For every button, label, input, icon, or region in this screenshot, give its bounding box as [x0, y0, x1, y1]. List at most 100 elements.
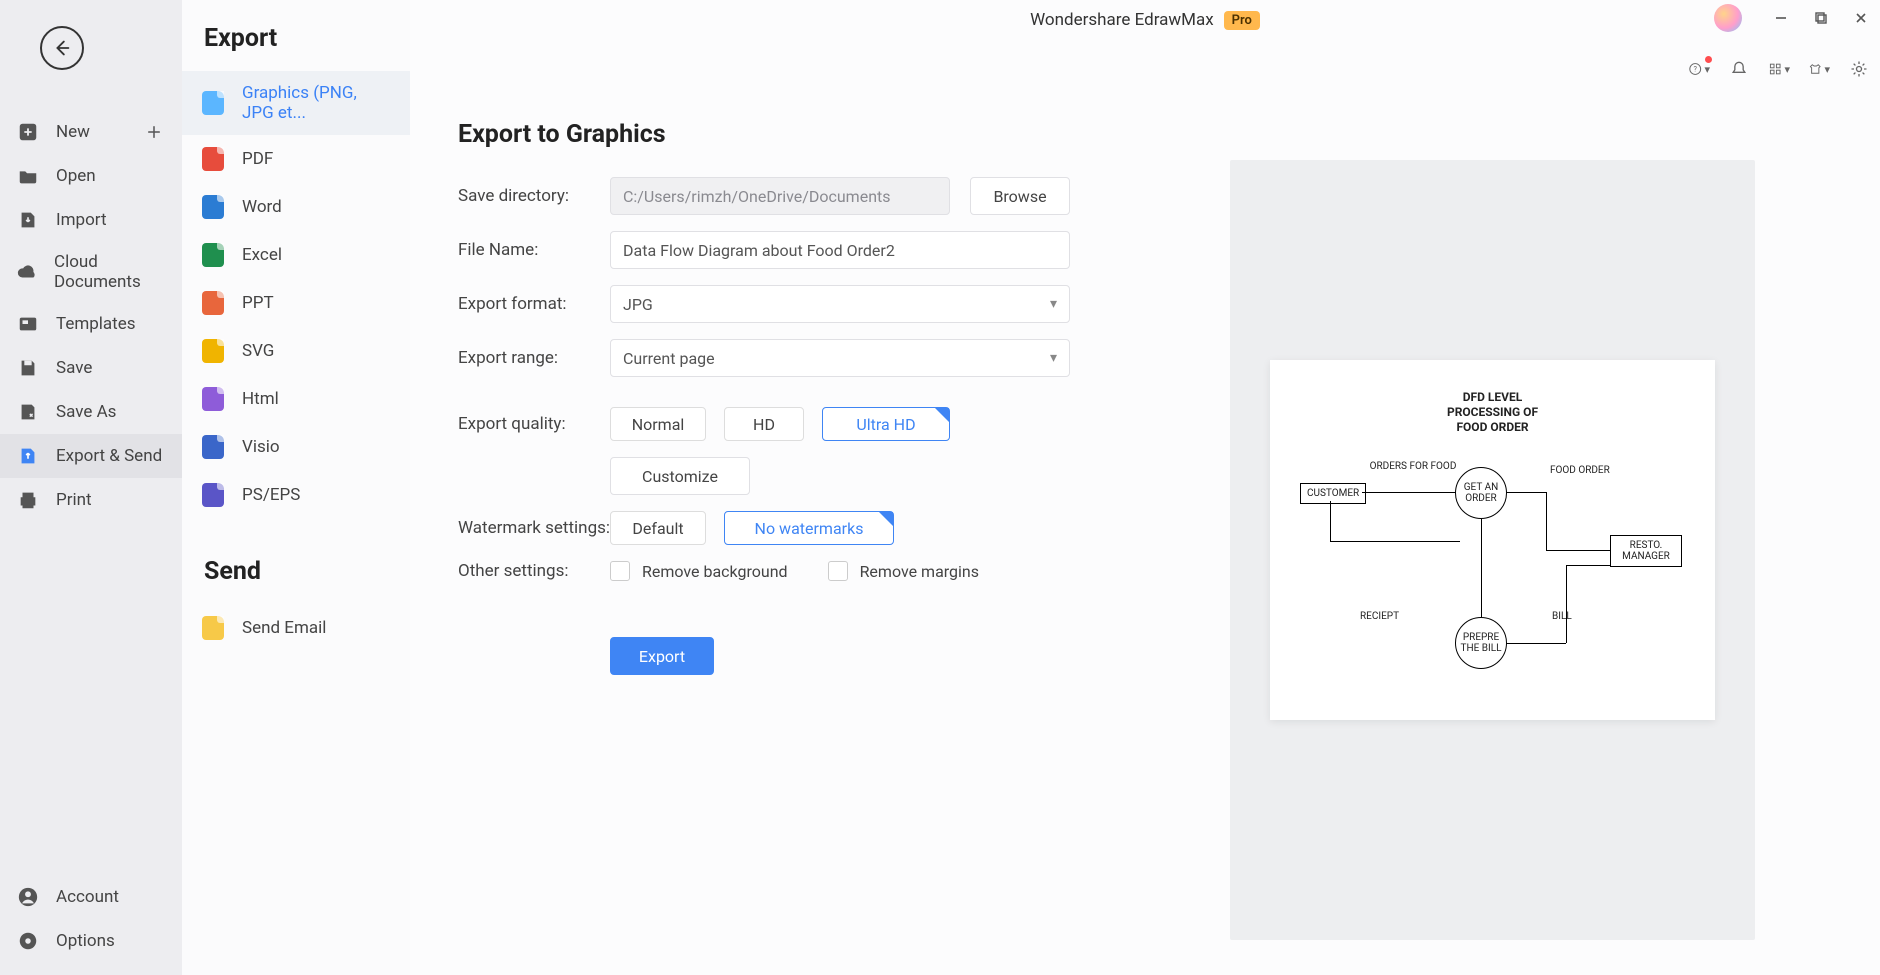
mail-icon	[202, 616, 224, 640]
ps-file-icon	[202, 483, 224, 507]
save-dir-label: Save directory:	[458, 186, 610, 206]
preview-document: DFD LEVEL PROCESSING OF FOOD ORDER ORDER…	[1270, 360, 1715, 720]
save-dir-input[interactable]	[610, 177, 950, 215]
watermark-label: Watermark settings:	[458, 518, 610, 538]
export-heading: Export	[182, 10, 410, 71]
file-name-label: File Name:	[458, 240, 610, 260]
export-visio[interactable]: Visio	[182, 423, 410, 471]
nav-import[interactable]: Import	[0, 198, 182, 242]
gear-icon	[16, 929, 40, 953]
back-button[interactable]	[40, 26, 84, 70]
account-icon	[16, 885, 40, 909]
plus-square-icon	[16, 120, 40, 144]
export-pseps[interactable]: PS/EPS	[182, 471, 410, 519]
export-item-label: PDF	[242, 149, 273, 169]
grid-icon[interactable]: ▾	[1768, 58, 1790, 80]
other-label: Other settings:	[458, 561, 610, 581]
nav-saveas[interactable]: Save As	[0, 390, 182, 434]
nav-label: Export & Send	[56, 446, 162, 466]
minimize-button[interactable]	[1770, 7, 1792, 29]
nav-new[interactable]: New	[0, 110, 182, 154]
header-toolbar: ?▾ ▾ ▾	[1688, 58, 1870, 80]
remove-margins-checkbox[interactable]: Remove margins	[828, 561, 979, 581]
excel-file-icon	[202, 243, 224, 267]
nav-label: Save	[56, 358, 92, 378]
app-title: Wondershare EdrawMax	[1030, 10, 1214, 30]
close-button[interactable]	[1850, 7, 1872, 29]
nav-save[interactable]: Save	[0, 346, 182, 390]
customize-button[interactable]: Customize	[610, 457, 750, 495]
nav-label: Open	[56, 166, 96, 186]
nav-label: Import	[56, 210, 107, 230]
preview-box: DFD LEVEL PROCESSING OF FOOD ORDER ORDER…	[1230, 160, 1755, 940]
nav-label: Templates	[56, 314, 136, 334]
quality-label: Export quality:	[458, 414, 610, 434]
left-rail: New Open Import Cloud Documents Template…	[0, 0, 182, 975]
export-item-label: PS/EPS	[242, 485, 300, 505]
export-panel: Export Graphics (PNG, JPG et... PDF Word…	[182, 0, 410, 975]
svg-text:?: ?	[1694, 64, 1698, 73]
plus-icon[interactable]	[142, 120, 166, 144]
export-button[interactable]: Export	[610, 637, 714, 675]
preview-pane: DFD LEVEL PROCESSING OF FOOD ORDER ORDER…	[1190, 0, 1880, 975]
nav-label: Print	[56, 490, 92, 510]
folder-icon	[16, 164, 40, 188]
remove-bg-checkbox[interactable]: Remove background	[610, 561, 788, 581]
nav-options[interactable]: Options	[0, 919, 182, 963]
titlebar: Wondershare EdrawMax Pro	[410, 0, 1880, 40]
nav-account[interactable]: Account	[0, 875, 182, 919]
send-email[interactable]: Send Email	[182, 604, 410, 652]
export-graphics[interactable]: Graphics (PNG, JPG et...	[182, 71, 410, 135]
image-file-icon	[202, 91, 224, 115]
maximize-button[interactable]	[1810, 7, 1832, 29]
tshirt-icon[interactable]: ▾	[1808, 58, 1830, 80]
avatar[interactable]	[1714, 4, 1742, 32]
nav-label: Account	[56, 887, 119, 907]
nav-open[interactable]: Open	[0, 154, 182, 198]
quality-hd[interactable]: HD	[724, 407, 804, 441]
export-icon	[16, 444, 40, 468]
export-item-label: Word	[242, 197, 282, 217]
export-html[interactable]: Html	[182, 375, 410, 423]
help-icon[interactable]: ?▾	[1688, 58, 1710, 80]
quality-normal[interactable]: Normal	[610, 407, 706, 441]
save-icon	[16, 356, 40, 380]
cloud-icon	[16, 260, 38, 284]
settings-icon[interactable]	[1848, 58, 1870, 80]
nav-export-send[interactable]: Export & Send	[0, 434, 182, 478]
nav-label: New	[56, 122, 90, 142]
ppt-file-icon	[202, 291, 224, 315]
watermark-none[interactable]: No watermarks	[724, 511, 894, 545]
nav-templates[interactable]: Templates	[0, 302, 182, 346]
export-excel[interactable]: Excel	[182, 231, 410, 279]
format-label: Export format:	[458, 294, 610, 314]
send-heading: Send	[182, 543, 410, 604]
nav-cloud[interactable]: Cloud Documents	[0, 242, 182, 302]
watermark-default[interactable]: Default	[610, 511, 706, 545]
import-icon	[16, 208, 40, 232]
browse-button[interactable]: Browse	[970, 177, 1070, 215]
arrow-left-icon	[51, 37, 73, 59]
nav-label: Save As	[56, 402, 116, 422]
saveas-icon	[16, 400, 40, 424]
export-ppt[interactable]: PPT	[182, 279, 410, 327]
export-word[interactable]: Word	[182, 183, 410, 231]
export-svg[interactable]: SVG	[182, 327, 410, 375]
file-name-input[interactable]	[610, 231, 1070, 269]
print-icon	[16, 488, 40, 512]
export-pdf[interactable]: PDF	[182, 135, 410, 183]
pdf-file-icon	[202, 147, 224, 171]
svg-file-icon	[202, 339, 224, 363]
export-form: Export to Graphics Save directory: Brows…	[410, 0, 1190, 975]
range-label: Export range:	[458, 348, 610, 368]
range-select[interactable]: Current page	[610, 339, 1070, 377]
export-item-label: Send Email	[242, 618, 326, 638]
form-heading: Export to Graphics	[458, 120, 1142, 149]
main-area: Wondershare EdrawMax Pro ?▾ ▾ ▾ Export t…	[410, 0, 1880, 975]
export-item-label: Excel	[242, 245, 282, 265]
quality-ultra-hd[interactable]: Ultra HD	[822, 407, 950, 441]
bell-icon[interactable]	[1728, 58, 1750, 80]
format-select[interactable]: JPG	[610, 285, 1070, 323]
nav-print[interactable]: Print	[0, 478, 182, 522]
html-file-icon	[202, 387, 224, 411]
